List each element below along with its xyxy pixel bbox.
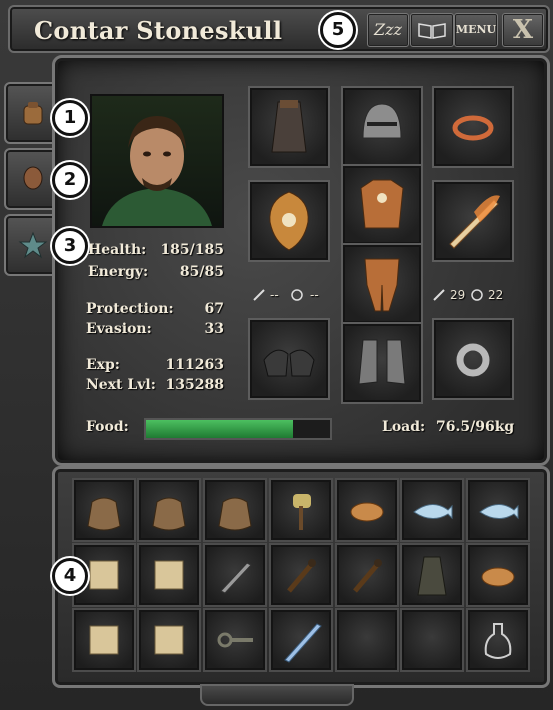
- inventory-slot-sword[interactable]: [269, 608, 333, 672]
- callout-badge-4: 4: [52, 558, 88, 594]
- inventory-slot-fish[interactable]: [400, 478, 464, 542]
- inventory-slot-scroll[interactable]: [72, 608, 136, 672]
- helmet-slot[interactable]: [341, 86, 423, 168]
- sack-icon: [152, 497, 186, 531]
- sleep-button[interactable]: Zzz: [367, 13, 409, 47]
- fish-icon: [413, 504, 453, 520]
- cloak-icon: [271, 100, 307, 153]
- helmet-icon: [362, 103, 402, 139]
- inventory-slot-sack[interactable]: [203, 478, 267, 542]
- menu-button[interactable]: MENU: [454, 13, 498, 47]
- inventory-slot-sack[interactable]: [137, 478, 201, 542]
- callout-badge-5: 5: [320, 12, 356, 48]
- attack-icon: [433, 289, 445, 301]
- flaming-sword-icon: [449, 195, 500, 249]
- title-bar: Contar Stoneskull Zzz MENU X: [8, 5, 550, 53]
- inventory-slot-hammer[interactable]: [269, 478, 333, 542]
- weapon-slot[interactable]: [432, 180, 514, 262]
- inventory-slot-potion[interactable]: [466, 608, 530, 672]
- potion-icon: [484, 623, 512, 659]
- food-bar-fill: [146, 420, 294, 438]
- bread-icon: [350, 502, 384, 522]
- character-portrait: [90, 94, 224, 228]
- inventory-slot-scroll[interactable]: [137, 543, 201, 607]
- inventory-slot-torch[interactable]: [335, 543, 399, 607]
- callout-badge-3: 3: [52, 228, 88, 264]
- load-value: 76.5/96kg: [436, 419, 515, 435]
- inventory-slot-empty[interactable]: [400, 608, 464, 672]
- inventory-slot-empty[interactable]: [335, 608, 399, 672]
- bread-icon: [481, 567, 515, 587]
- inventory-slot-torch[interactable]: [269, 543, 333, 607]
- hammer-icon: [293, 494, 311, 530]
- head-icon: [23, 166, 43, 190]
- weapon-accuracy-value: 22: [488, 288, 504, 302]
- star-icon: [18, 231, 48, 259]
- gloves-slot[interactable]: [248, 318, 330, 400]
- amulet-slot[interactable]: [432, 86, 514, 168]
- backpack-icon: [23, 102, 43, 125]
- callout-badge-1: 1: [52, 100, 88, 136]
- scroll-icon: [89, 625, 119, 655]
- cloak-slot[interactable]: [248, 86, 330, 168]
- exp-value: 111263: [165, 357, 224, 373]
- scroll-icon: [154, 560, 184, 590]
- ring-slot[interactable]: [432, 318, 514, 400]
- callout-badge-2: 2: [52, 162, 88, 198]
- next-level-value: 135288: [165, 377, 224, 393]
- journal-button[interactable]: [410, 13, 454, 47]
- bottom-trim: [200, 684, 354, 706]
- inventory-slot-sack[interactable]: [72, 478, 136, 542]
- shield-slot[interactable]: [248, 180, 330, 262]
- ring-icon: [456, 343, 490, 377]
- necklace-icon: [452, 115, 494, 141]
- boots-icon: [358, 339, 406, 385]
- inventory-slot-fish[interactable]: [466, 478, 530, 542]
- protection-value: 67: [204, 301, 224, 317]
- offhand-attack-value: --: [270, 288, 279, 302]
- shield-icon: [269, 191, 309, 251]
- chest-armor-slot[interactable]: [341, 164, 423, 246]
- food-label: Food:: [86, 419, 129, 435]
- sack-icon: [218, 497, 252, 531]
- scroll-icon: [154, 625, 184, 655]
- inventory-slot-cloak[interactable]: [400, 543, 464, 607]
- health-value: 185/185: [160, 242, 224, 258]
- fish-icon: [479, 504, 519, 520]
- cloak-icon: [417, 556, 447, 596]
- sword-icon: [284, 623, 322, 663]
- character-name: Contar Stoneskull: [34, 16, 283, 45]
- offhand-accuracy-value: --: [310, 288, 319, 302]
- load-label: Load:: [382, 419, 426, 435]
- leg-armor-slot[interactable]: [341, 243, 423, 325]
- weapon-attack-value: 29: [450, 288, 466, 302]
- sack-icon: [87, 497, 121, 531]
- inventory-slot-bread[interactable]: [335, 478, 399, 542]
- book-icon: [418, 23, 446, 39]
- accuracy-icon: [291, 289, 303, 301]
- gauntlets-icon: [263, 349, 315, 377]
- evasion-value: 33: [204, 321, 224, 337]
- torch-icon: [287, 559, 316, 593]
- inventory-slot-knife[interactable]: [203, 543, 267, 607]
- knife-icon: [220, 562, 252, 594]
- food-bar: [144, 418, 332, 440]
- leg-armor-icon: [364, 258, 400, 312]
- accuracy-icon: [471, 289, 483, 301]
- key-icon: [217, 632, 253, 648]
- energy-value: 85/85: [179, 264, 224, 280]
- inventory-slot-scroll[interactable]: [137, 608, 201, 672]
- torch-icon: [353, 559, 382, 593]
- close-button[interactable]: X: [502, 13, 544, 47]
- attack-icon: [253, 289, 265, 301]
- inventory-slot-bread[interactable]: [466, 543, 530, 607]
- inventory-slot-key[interactable]: [203, 608, 267, 672]
- boots-slot[interactable]: [341, 322, 423, 404]
- chest-armor-icon: [360, 179, 404, 229]
